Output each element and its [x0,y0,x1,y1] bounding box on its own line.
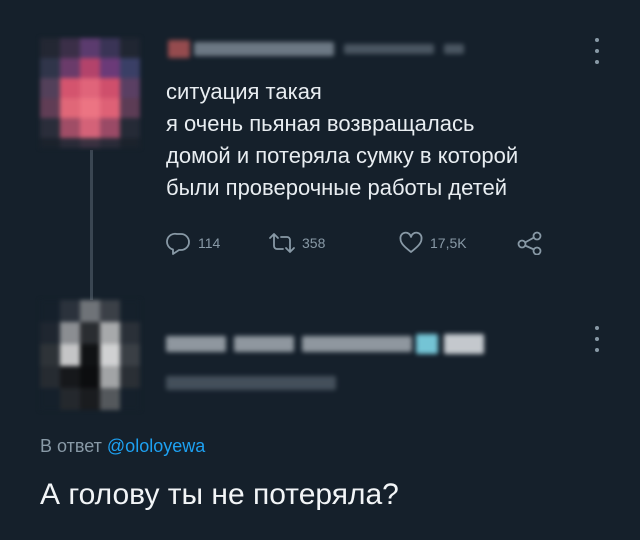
share-icon [517,231,542,255]
reply-to-mention-link[interactable]: @ololoyewa [107,436,205,456]
like-count: 17,5K [430,235,467,251]
like-button[interactable]: 17,5K [398,228,467,258]
reply-tweet-text: А голову ты не потеряла? [40,478,399,511]
avatar-reply-author[interactable] [40,300,140,410]
tweet-thread: ситуация такая я очень пьяная возвращала… [0,0,640,540]
retweet-icon [269,233,295,253]
original-tweet-text: ситуация такая я очень пьяная возвращала… [166,76,606,204]
tweet-text-line: домой и потеряла сумку в которой [166,143,519,168]
original-author-name-obscured[interactable] [168,36,468,62]
reply-to-line: В ответ @ololoyewa [40,436,205,457]
retweet-button[interactable]: 358 [268,228,325,258]
tweet-text-line: были проверочные работы детей [166,175,507,200]
like-icon [399,231,423,253]
retweet-count: 358 [302,235,326,251]
reply-icon [166,232,190,255]
more-options-icon[interactable] [592,38,602,64]
tweet-text-line: ситуация такая [166,79,322,104]
more-options-icon[interactable] [592,326,602,352]
reply-to-prefix: В ответ [40,436,102,456]
avatar-original-author[interactable] [40,38,140,148]
reply-button[interactable]: 114 [166,228,220,258]
tweet-text-line: я очень пьяная возвращалась [166,111,475,136]
share-button[interactable] [516,228,544,258]
tweet-actions-bar: 114 358 17,5K [166,228,586,258]
reply-count: 114 [198,235,221,251]
reply-author-name-obscured[interactable] [166,328,496,358]
thread-connector-line [90,150,93,300]
reply-author-handle-obscured [166,372,346,394]
